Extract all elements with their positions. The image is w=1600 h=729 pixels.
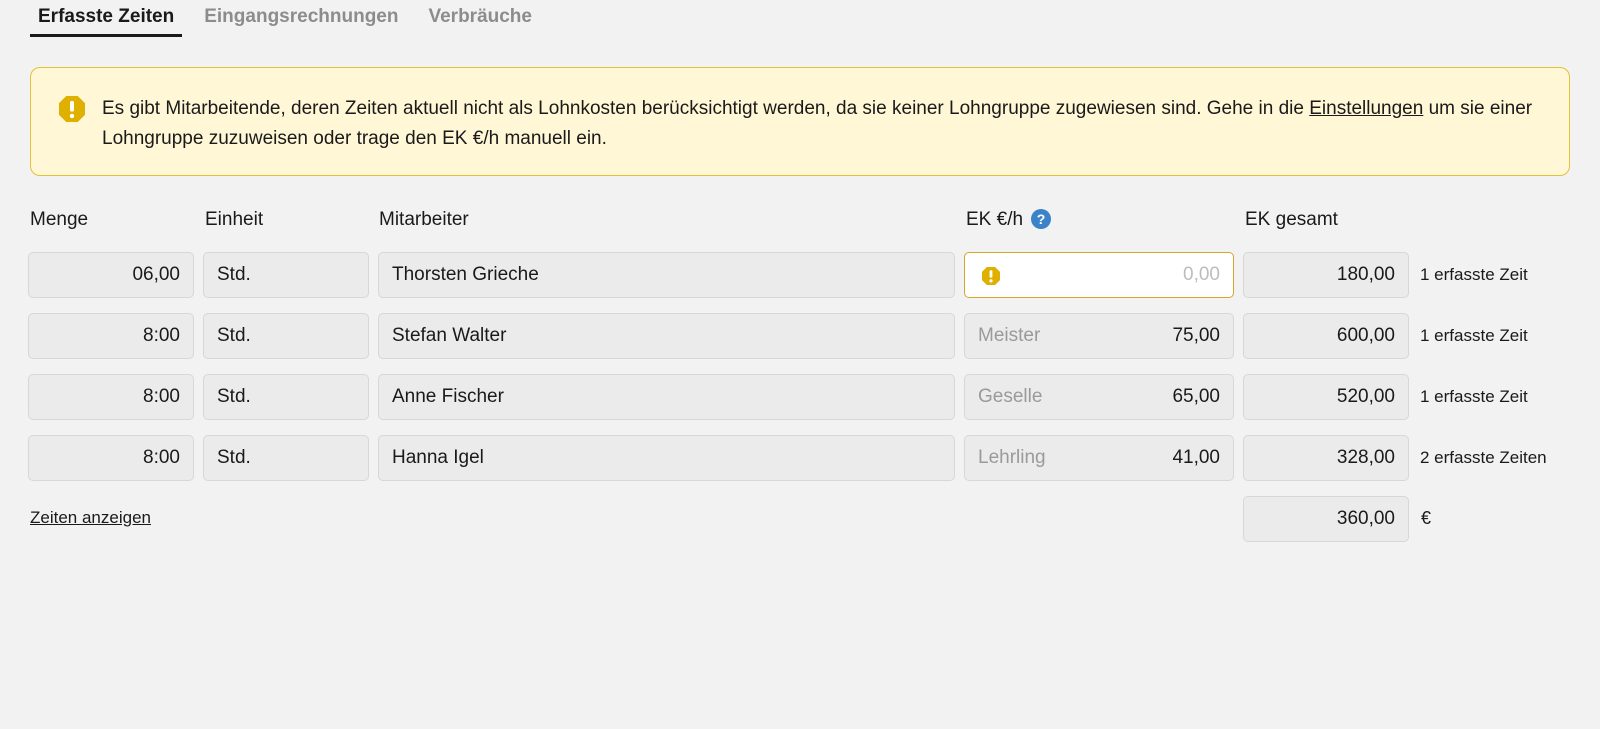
mitarbeiter-field[interactable]: Thorsten Grieche [378, 252, 955, 298]
ek-gesamt-field: 328,00 [1243, 435, 1409, 481]
tab-verbraeuche[interactable]: Verbräuche [420, 0, 540, 37]
ek-value: 65,00 [1172, 386, 1220, 407]
ek-value: 41,00 [1172, 447, 1220, 468]
einheit-field[interactable]: Std. [203, 374, 369, 420]
menge-field[interactable]: 8:00 [28, 374, 194, 420]
entry-count: 1 erfasste Zeit [1420, 387, 1528, 406]
show-times-link[interactable]: Zeiten anzeigen [30, 508, 151, 528]
column-header-einheit: Einheit [205, 209, 264, 230]
wage-group-label: Lehrling [978, 447, 1046, 468]
tab-bar: Erfasste Zeiten Eingangsrechnungen Verbr… [30, 0, 554, 37]
entry-count: 1 erfasste Zeit [1420, 265, 1528, 284]
tab-eingangsrechnungen[interactable]: Eingangsrechnungen [196, 0, 406, 37]
column-header-mitarbeiter: Mitarbeiter [379, 209, 469, 230]
einheit-field[interactable]: Std. [203, 313, 369, 359]
ek-placeholder: 0,00 [1183, 264, 1220, 285]
ek-gesamt-field: 180,00 [1243, 252, 1409, 298]
einheit-field[interactable]: Std. [203, 252, 369, 298]
total-field: 360,00 [1243, 496, 1409, 542]
mitarbeiter-field[interactable]: Stefan Walter [378, 313, 955, 359]
entry-count: 2 erfasste Zeiten [1420, 448, 1547, 467]
ek-field[interactable]: Lehrling 41,00 [964, 435, 1234, 481]
ek-field[interactable]: Geselle 65,00 [964, 374, 1234, 420]
column-header-menge: Menge [30, 209, 89, 230]
column-header-ek: EK €/h? [966, 209, 1052, 231]
menge-field[interactable]: 8:00 [28, 313, 194, 359]
tab-erfasste-zeiten[interactable]: Erfasste Zeiten [30, 0, 183, 37]
warning-banner: Es gibt Mitarbeitende, deren Zeiten aktu… [30, 67, 1570, 176]
ek-value: 75,00 [1172, 325, 1220, 346]
menge-field[interactable]: 8:00 [28, 435, 194, 481]
currency-label: € [1421, 508, 1432, 528]
page: Erfasste Zeiten Eingangsrechnungen Verbr… [0, 0, 1600, 729]
column-header-ek-label: EK €/h [966, 209, 1024, 230]
question-icon[interactable]: ? [1031, 209, 1052, 229]
wage-group-label: Geselle [978, 386, 1043, 407]
warning-icon [59, 96, 85, 122]
mitarbeiter-field[interactable]: Anne Fischer [378, 374, 955, 420]
entry-count: 1 erfasste Zeit [1420, 326, 1528, 345]
settings-link[interactable]: Einstellungen [1309, 98, 1423, 119]
einheit-field[interactable]: Std. [203, 435, 369, 481]
warning-text-before: Es gibt Mitarbeitende, deren Zeiten aktu… [102, 98, 1310, 119]
mitarbeiter-field[interactable]: Hanna Igel [378, 435, 955, 481]
column-header-ek-gesamt: EK gesamt [1245, 209, 1338, 230]
wage-group-label: Meister [978, 325, 1041, 346]
ek-gesamt-field: 520,00 [1243, 374, 1409, 420]
ek-field[interactable]: Meister 75,00 [964, 313, 1234, 359]
warning-message: Es gibt Mitarbeitende, deren Zeiten aktu… [102, 94, 1542, 154]
ek-gesamt-field: 600,00 [1243, 313, 1409, 359]
warning-icon [982, 267, 1000, 285]
ek-input[interactable]: 0,00 [964, 252, 1234, 298]
menge-field[interactable]: 06,00 [28, 252, 194, 298]
